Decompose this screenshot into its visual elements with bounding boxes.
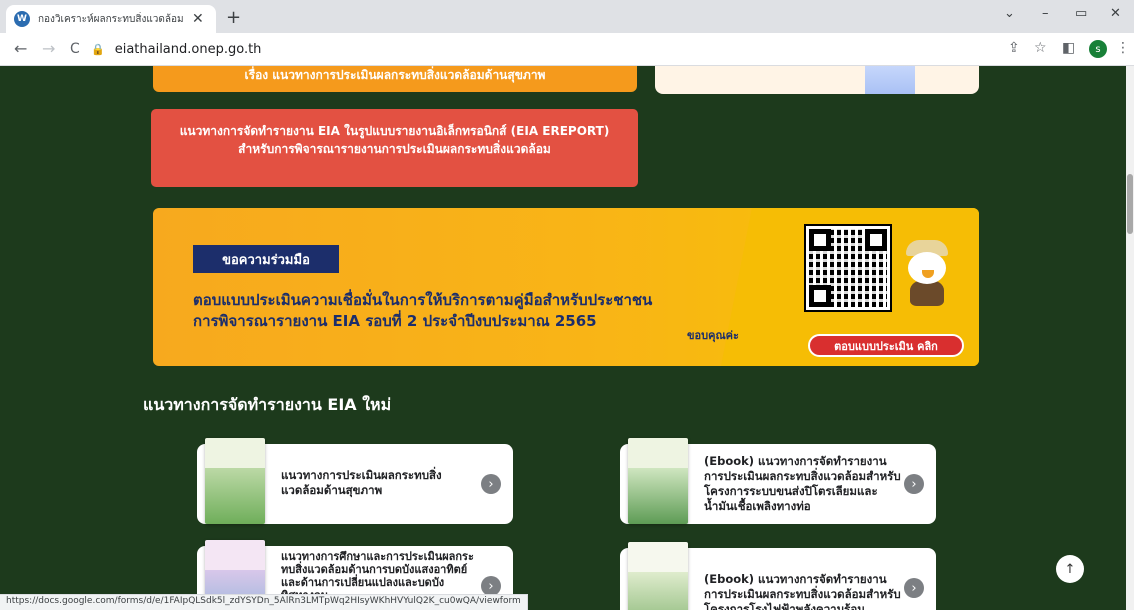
browser-tab[interactable]: W กองวิเคราะห์ผลกระทบสิ่งแวดล้อม (กวผ. ✕ [6,5,216,33]
eagle-mascot-icon [898,240,956,306]
book-cover-image [628,542,688,610]
section-title: แนวทางการจัดทำรายงาน EIA ใหม่ [143,395,392,414]
profile-avatar[interactable]: s [1089,40,1107,58]
guide-card-power-plant[interactable]: (Ebook) แนวทางการจัดทำรายงานการประเมินผล… [620,542,936,610]
survey-thanks: ขอบคุณค่ะ [687,329,739,342]
card-title: แนวทางการประเมินผลกระทบสิ่งแวดล้อมด้านสุ… [281,468,442,497]
survey-tag: ขอความร่วมมือ [193,245,339,273]
survey-banner: ขอความร่วมมือ ตอบแบบประเมินความเชื่อมั่น… [153,208,979,366]
eia-ereport-banner[interactable]: แนวทางการจัดทำรายงาน EIA ในรูปแบบรายงานอ… [151,109,638,187]
lock-icon[interactable]: 🔒 [91,43,105,56]
chevron-right-icon[interactable]: › [481,576,501,596]
page-viewport: เรื่อง แนวทางการประเมินผลกระทบสิ่งแวดล้อ… [0,66,1126,610]
survey-button[interactable]: ตอบแบบประเมิน คลิก [808,334,964,357]
minimize-button[interactable]: – [1042,6,1049,21]
qr-code-icon [804,224,892,312]
share-icon[interactable]: ⇪ [1008,40,1020,56]
address-bar[interactable]: 🔒 eiathailand.onep.go.th [91,37,991,61]
browser-toolbar: ← → C 🔒 eiathailand.onep.go.th ⇪ ☆ ◧ s ⋮ [0,33,1134,66]
back-button[interactable]: ← [14,39,27,58]
book-cover-image [205,438,265,524]
status-bar-url: https://docs.google.com/forms/d/e/1FAIpQ… [0,594,528,610]
tab-strip: W กองวิเคราะห์ผลกระทบสิ่งแวดล้อม (กวผ. ✕… [0,0,1134,33]
new-tab-button[interactable]: + [226,7,241,28]
eia-ereport-title: แนวทางการจัดทำรายงาน EIA ในรูปแบบรายงานอ… [179,124,610,138]
health-eia-banner-text: เรื่อง แนวทางการประเมินผลกระทบสิ่งแวดล้อ… [244,68,546,82]
restore-button[interactable]: ▭ [1075,6,1087,21]
top-image-card[interactable] [655,66,979,94]
tab-search-icon[interactable]: ⌄ [1004,6,1015,21]
reload-button[interactable]: C [70,41,80,57]
chevron-right-icon[interactable]: › [904,474,924,494]
back-to-top-button[interactable]: ↑ [1056,555,1084,583]
book-cover-image [628,438,688,524]
eia-ereport-subtitle: สำหรับการพิจารณารายงานการประเมินผลกระทบส… [238,142,551,156]
url-text[interactable]: eiathailand.onep.go.th [115,42,262,57]
chevron-right-icon[interactable]: › [904,578,924,598]
chevron-right-icon[interactable]: › [481,474,501,494]
tab-title: กองวิเคราะห์ผลกระทบสิ่งแวดล้อม (กวผ. [38,13,186,25]
illustration-image [865,66,915,94]
close-tab-icon[interactable]: ✕ [192,11,204,27]
card-title: (Ebook) แนวทางการจัดทำรายงานการประเมินผล… [704,454,901,513]
menu-icon[interactable]: ⋮ [1116,40,1130,56]
page-scrollbar[interactable] [1126,66,1134,610]
scrollbar-thumb[interactable] [1127,174,1133,234]
bookmark-star-icon[interactable]: ☆ [1034,40,1047,56]
forward-button[interactable]: → [42,39,55,58]
guide-card-pipeline[interactable]: (Ebook) แนวทางการจัดทำรายงานการประเมินผล… [620,438,936,524]
side-panel-icon[interactable]: ◧ [1062,40,1075,56]
guide-card-health[interactable]: แนวทางการประเมินผลกระทบสิ่งแวดล้อมด้านสุ… [197,438,513,524]
survey-subheadline: การพิจารณารายงาน EIA รอบที่ 2 ประจำปีงบป… [193,312,597,330]
close-window-button[interactable]: ✕ [1110,6,1121,21]
wordpress-favicon-icon: W [14,11,30,27]
health-eia-banner[interactable]: เรื่อง แนวทางการประเมินผลกระทบสิ่งแวดล้อ… [153,66,637,92]
card-title: (Ebook) แนวทางการจัดทำรายงานการประเมินผล… [704,572,901,610]
